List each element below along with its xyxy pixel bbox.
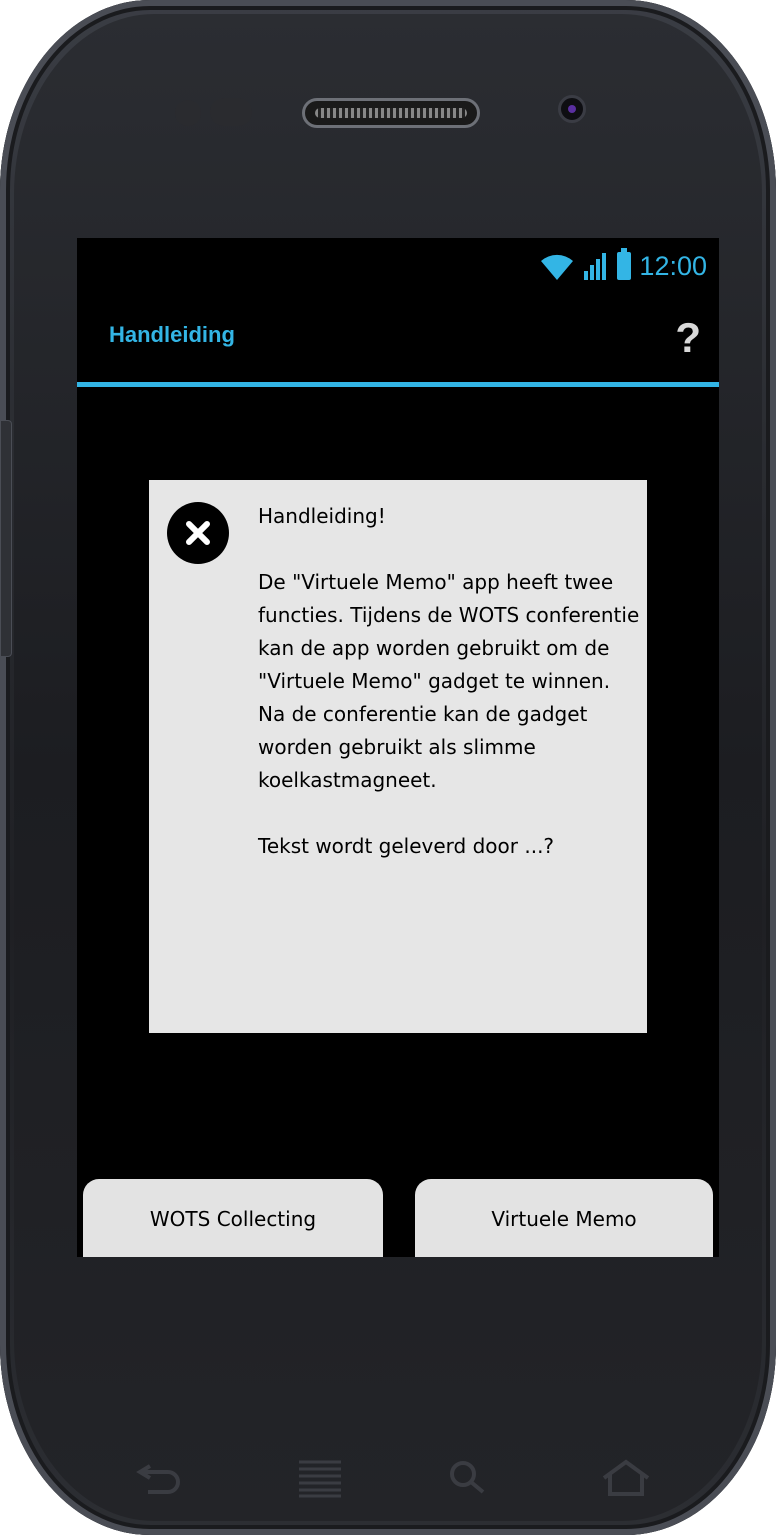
tab-wots-collecting[interactable]: WOTS Collecting [83,1179,383,1257]
close-icon [186,521,210,545]
action-bar-divider [77,382,719,387]
screen: 12:00 Handleiding ? Handleiding! De "Vir… [77,238,719,1257]
dialog-footer: Tekst wordt geleverd door ...? [258,834,555,858]
earpiece-speaker [302,98,480,128]
home-icon [602,1459,650,1496]
dialog-title: Handleiding! [258,504,386,528]
menu-key[interactable] [290,1455,350,1501]
front-camera [558,95,586,123]
close-button[interactable] [167,502,229,564]
page-title: Handleiding [109,322,235,347]
help-button[interactable]: ? [675,314,701,362]
proximity-sensor [175,100,201,126]
status-bar: 12:00 [77,238,719,293]
wifi-icon [541,254,574,280]
status-time: 12:00 [639,250,707,281]
battery-icon [617,248,632,280]
volume-button [0,420,12,657]
back-icon [136,1464,180,1494]
search-icon [450,1461,485,1494]
home-key[interactable] [596,1455,656,1501]
dialog-body: De "Virtuele Memo" app heeft twee functi… [258,570,640,792]
menu-icon [299,1460,341,1498]
dialog-content: Handleiding! De "Virtuele Memo" app heef… [258,500,643,863]
light-sensor [210,98,252,126]
status-icons: 12:00 [539,248,707,284]
search-key[interactable] [440,1455,500,1501]
tab-virtuele-memo[interactable]: Virtuele Memo [415,1179,713,1257]
camera-lens [568,105,576,113]
action-bar: Handleiding ? [77,292,719,384]
signal-icon [584,253,607,280]
back-key[interactable] [130,1455,190,1501]
manual-dialog: Handleiding! De "Virtuele Memo" app heef… [149,480,647,1033]
speaker-grill [315,108,467,118]
